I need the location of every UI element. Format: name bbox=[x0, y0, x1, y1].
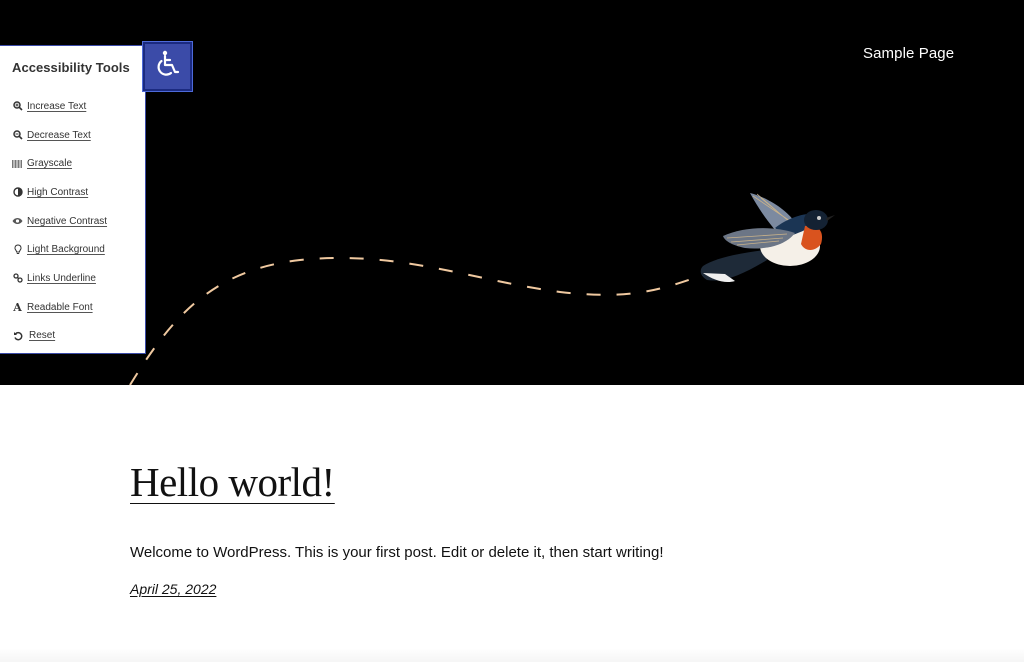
zoom-in-icon bbox=[12, 101, 23, 112]
accessibility-tools-panel: Accessibility Tools Increase Text Decrea… bbox=[0, 45, 146, 354]
links-underline-link[interactable]: Links Underline bbox=[27, 273, 96, 284]
post-title-link[interactable]: Hello world! bbox=[130, 459, 335, 505]
a11y-item-light-background[interactable]: Light Background bbox=[12, 235, 145, 264]
eye-icon bbox=[12, 216, 23, 227]
post-date-link[interactable]: April 25, 2022 bbox=[130, 581, 216, 597]
accessibility-toggle-button[interactable] bbox=[142, 41, 193, 92]
accessibility-tools-title: Accessibility Tools bbox=[12, 60, 130, 75]
reset-link[interactable]: Reset bbox=[27, 330, 55, 341]
barcode-icon bbox=[12, 158, 23, 169]
a11y-item-grayscale[interactable]: Grayscale bbox=[12, 149, 145, 178]
high-contrast-link[interactable]: High Contrast bbox=[27, 187, 88, 198]
post-excerpt: Welcome to WordPress. This is your first… bbox=[130, 544, 664, 561]
a11y-item-decrease-text[interactable]: Decrease Text bbox=[12, 121, 145, 150]
link-icon bbox=[12, 273, 23, 284]
lightbulb-icon bbox=[12, 244, 23, 255]
wheelchair-icon bbox=[155, 50, 181, 83]
a11y-item-readable-font[interactable]: A Readable Font bbox=[12, 293, 145, 322]
font-icon: A bbox=[13, 300, 22, 314]
negative-contrast-link[interactable]: Negative Contrast bbox=[27, 216, 107, 227]
accessibility-tools-list: Increase Text Decrease Text Grayscale Hi… bbox=[12, 92, 145, 350]
light-background-link[interactable]: Light Background bbox=[27, 244, 105, 255]
a11y-item-negative-contrast[interactable]: Negative Contrast bbox=[12, 207, 145, 236]
a11y-item-reset[interactable]: Reset bbox=[12, 322, 145, 351]
post-title: Hello world! bbox=[130, 458, 335, 506]
a11y-item-increase-text[interactable]: Increase Text bbox=[12, 92, 145, 121]
reset-icon bbox=[12, 330, 23, 341]
readable-font-link[interactable]: Readable Font bbox=[27, 302, 93, 313]
bottom-shadow bbox=[0, 648, 1024, 662]
zoom-out-icon bbox=[12, 130, 23, 141]
decrease-text-link[interactable]: Decrease Text bbox=[27, 130, 91, 141]
a11y-item-high-contrast[interactable]: High Contrast bbox=[12, 178, 145, 207]
grayscale-link[interactable]: Grayscale bbox=[27, 158, 72, 169]
bird-illustration bbox=[700, 193, 835, 283]
a11y-item-links-underline[interactable]: Links Underline bbox=[12, 264, 145, 293]
increase-text-link[interactable]: Increase Text bbox=[27, 101, 86, 112]
nav-sample-page[interactable]: Sample Page bbox=[863, 45, 954, 62]
contrast-icon bbox=[12, 187, 23, 198]
